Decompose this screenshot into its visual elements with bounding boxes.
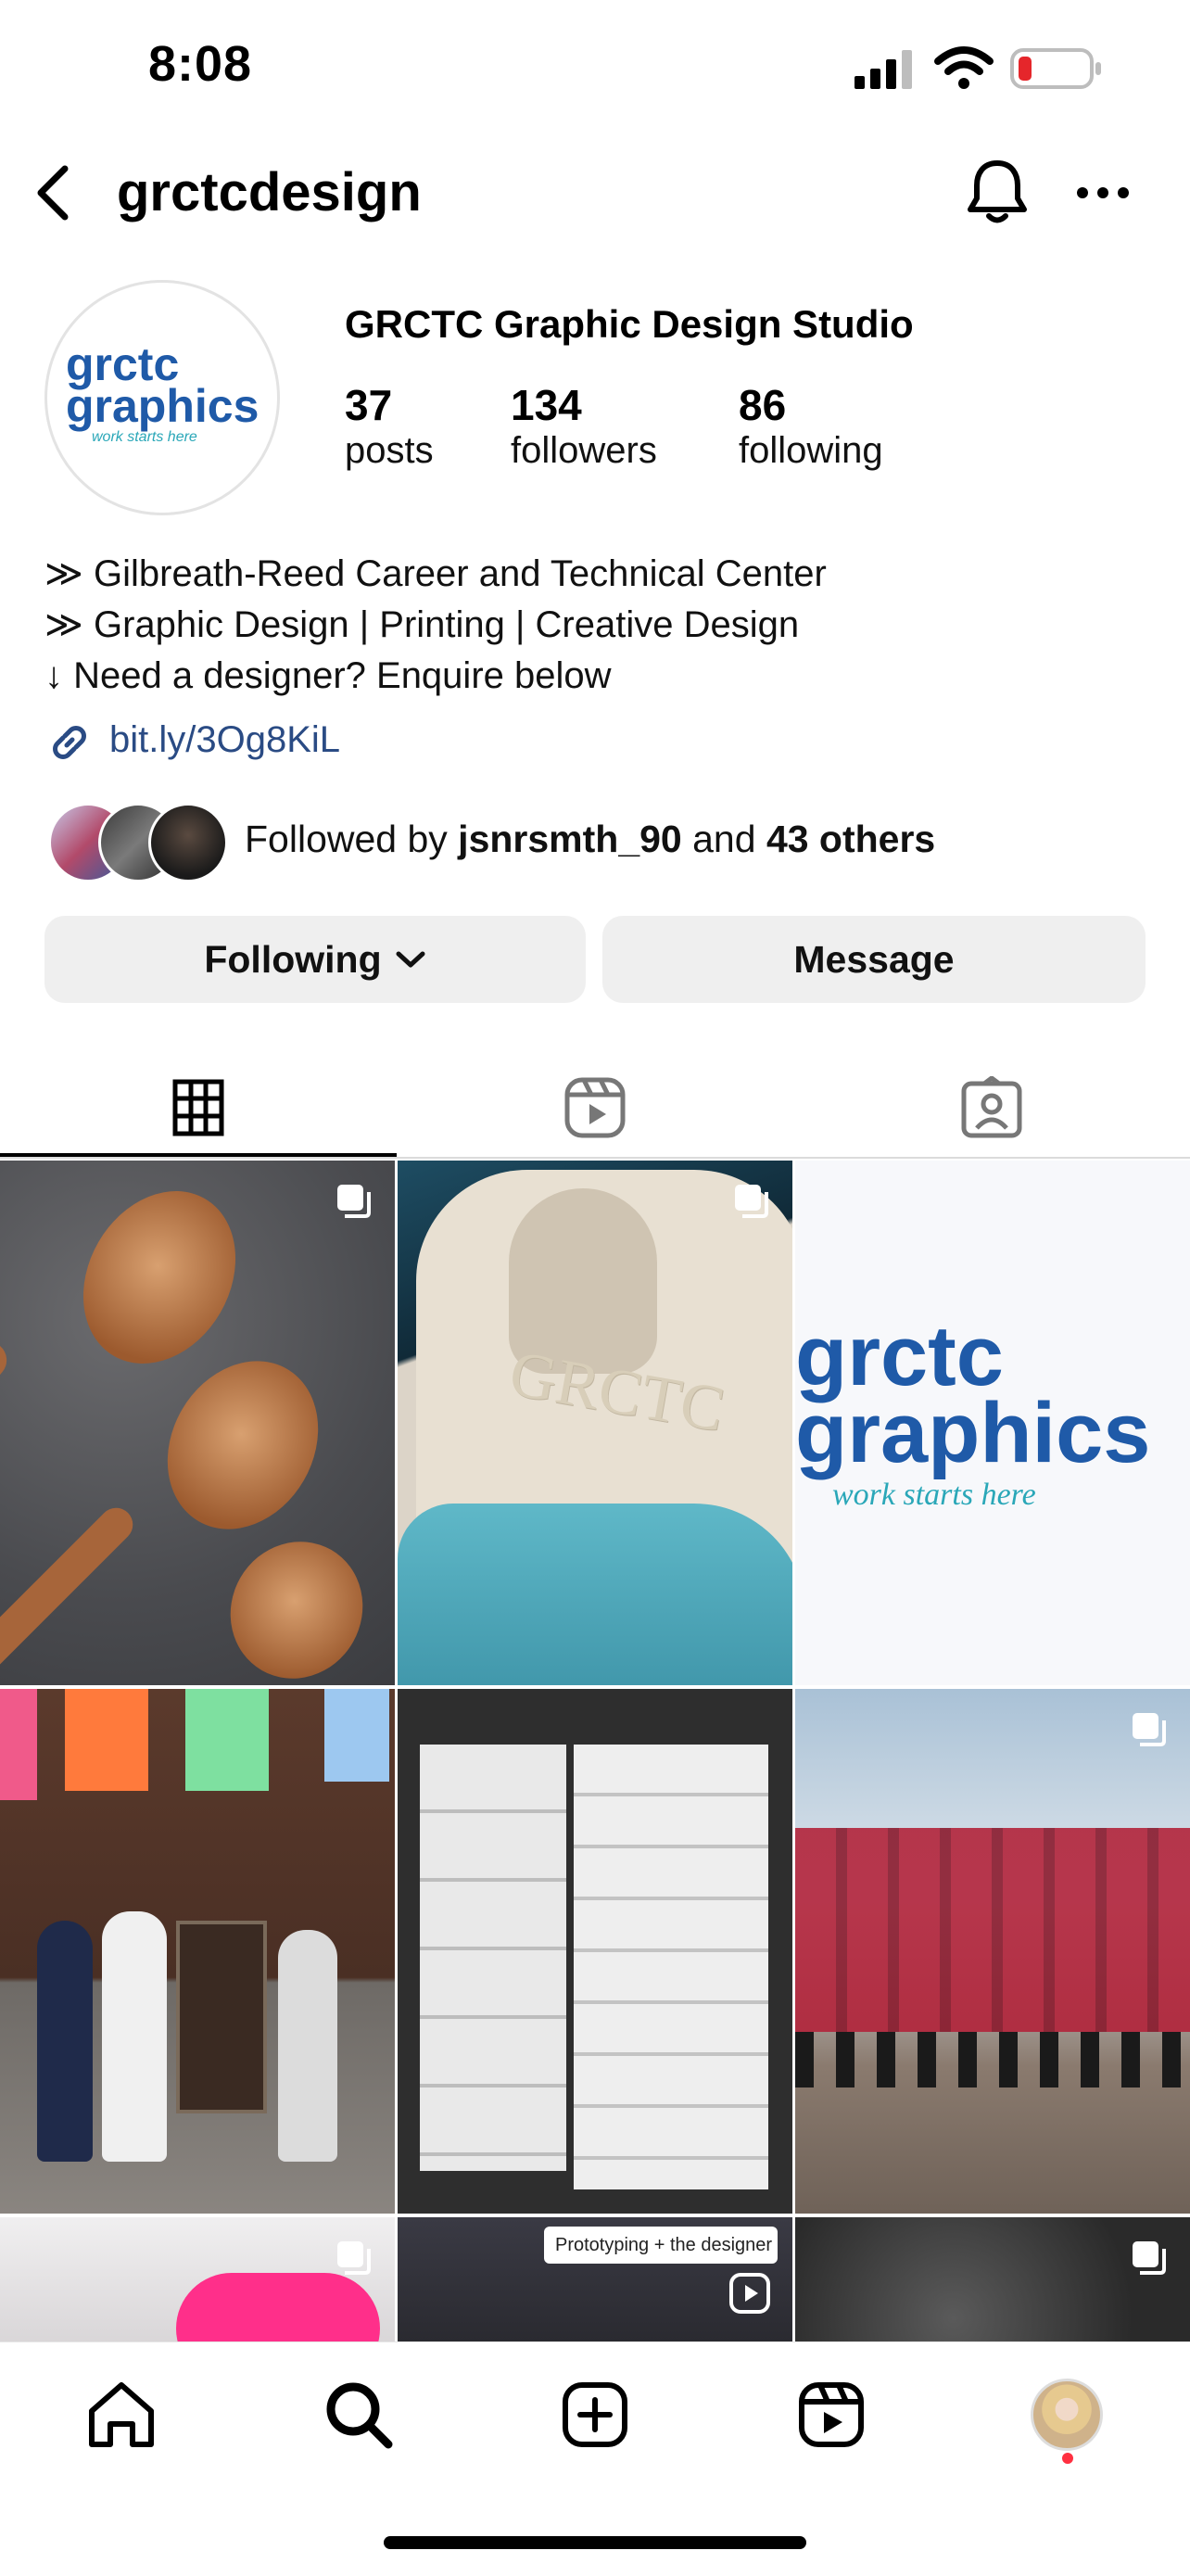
bio-line-1: ≫ Gilbreath-Reed Career and Technical Ce…	[44, 553, 827, 594]
carousel-icon	[735, 1185, 768, 1218]
nav-search[interactable]	[317, 2373, 400, 2456]
avatar-logo: grctc graphics work starts here	[66, 341, 270, 446]
grid-icon	[172, 1079, 224, 1136]
post-logo[interactable]: grctc graphics work starts here	[795, 1161, 1190, 1685]
nav-profile[interactable]	[1025, 2373, 1108, 2456]
group-legs	[795, 2032, 1190, 2087]
shirt-orange	[65, 1689, 148, 1791]
followers-count: 134	[511, 381, 582, 429]
following-stat[interactable]: 86 following	[739, 380, 883, 472]
home-indicator	[384, 2536, 806, 2549]
reels-icon	[564, 1077, 626, 1138]
spoon-handle-2	[0, 1501, 140, 1685]
shirt-pink	[0, 1689, 37, 1800]
notification-dot	[1062, 2453, 1073, 2464]
following-label: following	[739, 430, 883, 471]
search-icon	[326, 2382, 393, 2449]
followers-stat[interactable]: 134 followers	[511, 380, 657, 472]
message-button-label: Message	[793, 937, 955, 981]
board-panel-right	[574, 1745, 768, 2189]
shirt-green	[185, 1689, 269, 1791]
bio-line-3: ↓ Need a designer? Enquire below	[44, 655, 612, 696]
profile-username: grctcdesign	[117, 162, 422, 222]
bio-line-2: ≫ Graphic Design | Printing | Creative D…	[44, 604, 800, 645]
tab-grid[interactable]	[0, 1057, 397, 1159]
post-display-board[interactable]	[398, 1689, 792, 2214]
carousel-icon	[337, 2241, 371, 2275]
post-students-award[interactable]	[0, 1689, 395, 2214]
post-wooden-spoons[interactable]	[0, 1161, 395, 1685]
chevron-down-icon	[396, 951, 425, 968]
pink-object	[176, 2273, 380, 2343]
back-icon[interactable]	[33, 163, 74, 222]
post-logo-line2: graphics	[795, 1385, 1151, 1480]
post-logo-line1: grctc	[795, 1309, 1004, 1403]
mutual-avatar-3	[148, 803, 228, 882]
carousel-icon	[337, 1185, 371, 1218]
spoon-head-3	[205, 1517, 388, 1685]
followers-label: followers	[511, 430, 657, 471]
followed-by-user[interactable]: jsnrsmth_90	[458, 818, 682, 860]
profile-avatar-thumb	[1031, 2379, 1103, 2451]
message-button[interactable]: Message	[602, 916, 1146, 1003]
followed-by-others[interactable]: 43 others	[766, 818, 935, 860]
reels-icon	[799, 2382, 864, 2447]
spoon-handle-1	[0, 1334, 15, 1543]
bell-icon[interactable]	[966, 158, 1029, 226]
nav-create[interactable]	[553, 2373, 637, 2456]
create-icon	[563, 2382, 627, 2447]
signal-icon	[855, 50, 912, 89]
group-red-blazers	[795, 1828, 1190, 2032]
post-reel-prototyping[interactable]: Prototyping + the designer	[398, 2217, 792, 2343]
post-hoodie[interactable]: GRCTC	[398, 1161, 792, 1685]
reel-caption: Prototyping + the designer	[544, 2227, 778, 2264]
carousel-icon	[1133, 2241, 1166, 2275]
tab-divider	[0, 1157, 1190, 1159]
post-row3-1[interactable]	[0, 2217, 395, 2343]
home-icon	[89, 2382, 154, 2447]
student-3	[278, 1930, 337, 2162]
status-time: 8:08	[148, 36, 253, 92]
reel-play-icon	[729, 2273, 770, 2314]
following-button[interactable]: Following	[44, 916, 586, 1003]
spoon-head-2	[137, 1333, 348, 1557]
post-sculpture[interactable]	[795, 2217, 1190, 2343]
wifi-icon	[934, 46, 994, 89]
nav-home[interactable]	[80, 2373, 163, 2456]
spoon-head-1	[53, 1163, 266, 1391]
post-logo-mark: grctc graphics work starts here	[795, 1309, 1151, 1513]
post-group-photo[interactable]	[795, 1689, 1190, 2214]
followed-by-and: and	[681, 818, 766, 860]
bio-link[interactable]: bit.ly/3Og8KiL	[109, 719, 340, 761]
followed-by-prefix: Followed by	[245, 818, 459, 860]
display-name: GRCTC Graphic Design Studio	[345, 302, 914, 346]
following-count: 86	[739, 381, 787, 429]
carousel-icon	[1133, 1713, 1166, 1746]
student-2	[102, 1911, 167, 2162]
tagged-icon	[961, 1076, 1022, 1138]
nav-reels[interactable]	[790, 2373, 873, 2456]
avatar-logo-line2: graphics	[66, 380, 260, 432]
tab-tagged[interactable]	[793, 1057, 1190, 1159]
snack-shelf	[176, 1921, 267, 2113]
posts-stat[interactable]: 37 posts	[345, 380, 434, 472]
posts-count: 37	[345, 381, 393, 429]
posts-label: posts	[345, 430, 434, 471]
profile-avatar[interactable]: grctc graphics work starts here	[44, 280, 280, 515]
followed-by-text[interactable]: Followed by jsnrsmth_90 and 43 others	[245, 818, 935, 861]
board-panel-left	[420, 1745, 566, 2171]
student-1	[37, 1921, 93, 2162]
tab-reels[interactable]	[397, 1057, 793, 1159]
mutual-followers-avatars[interactable]	[48, 803, 228, 882]
link-icon	[53, 726, 86, 759]
post-logo-tagline: work starts here	[832, 1477, 1036, 1512]
battery-icon	[1010, 48, 1101, 89]
teal-fabric	[398, 1504, 792, 1685]
more-options-icon[interactable]	[1075, 185, 1131, 200]
shirt-blue	[324, 1689, 389, 1782]
following-button-label: Following	[204, 937, 382, 981]
